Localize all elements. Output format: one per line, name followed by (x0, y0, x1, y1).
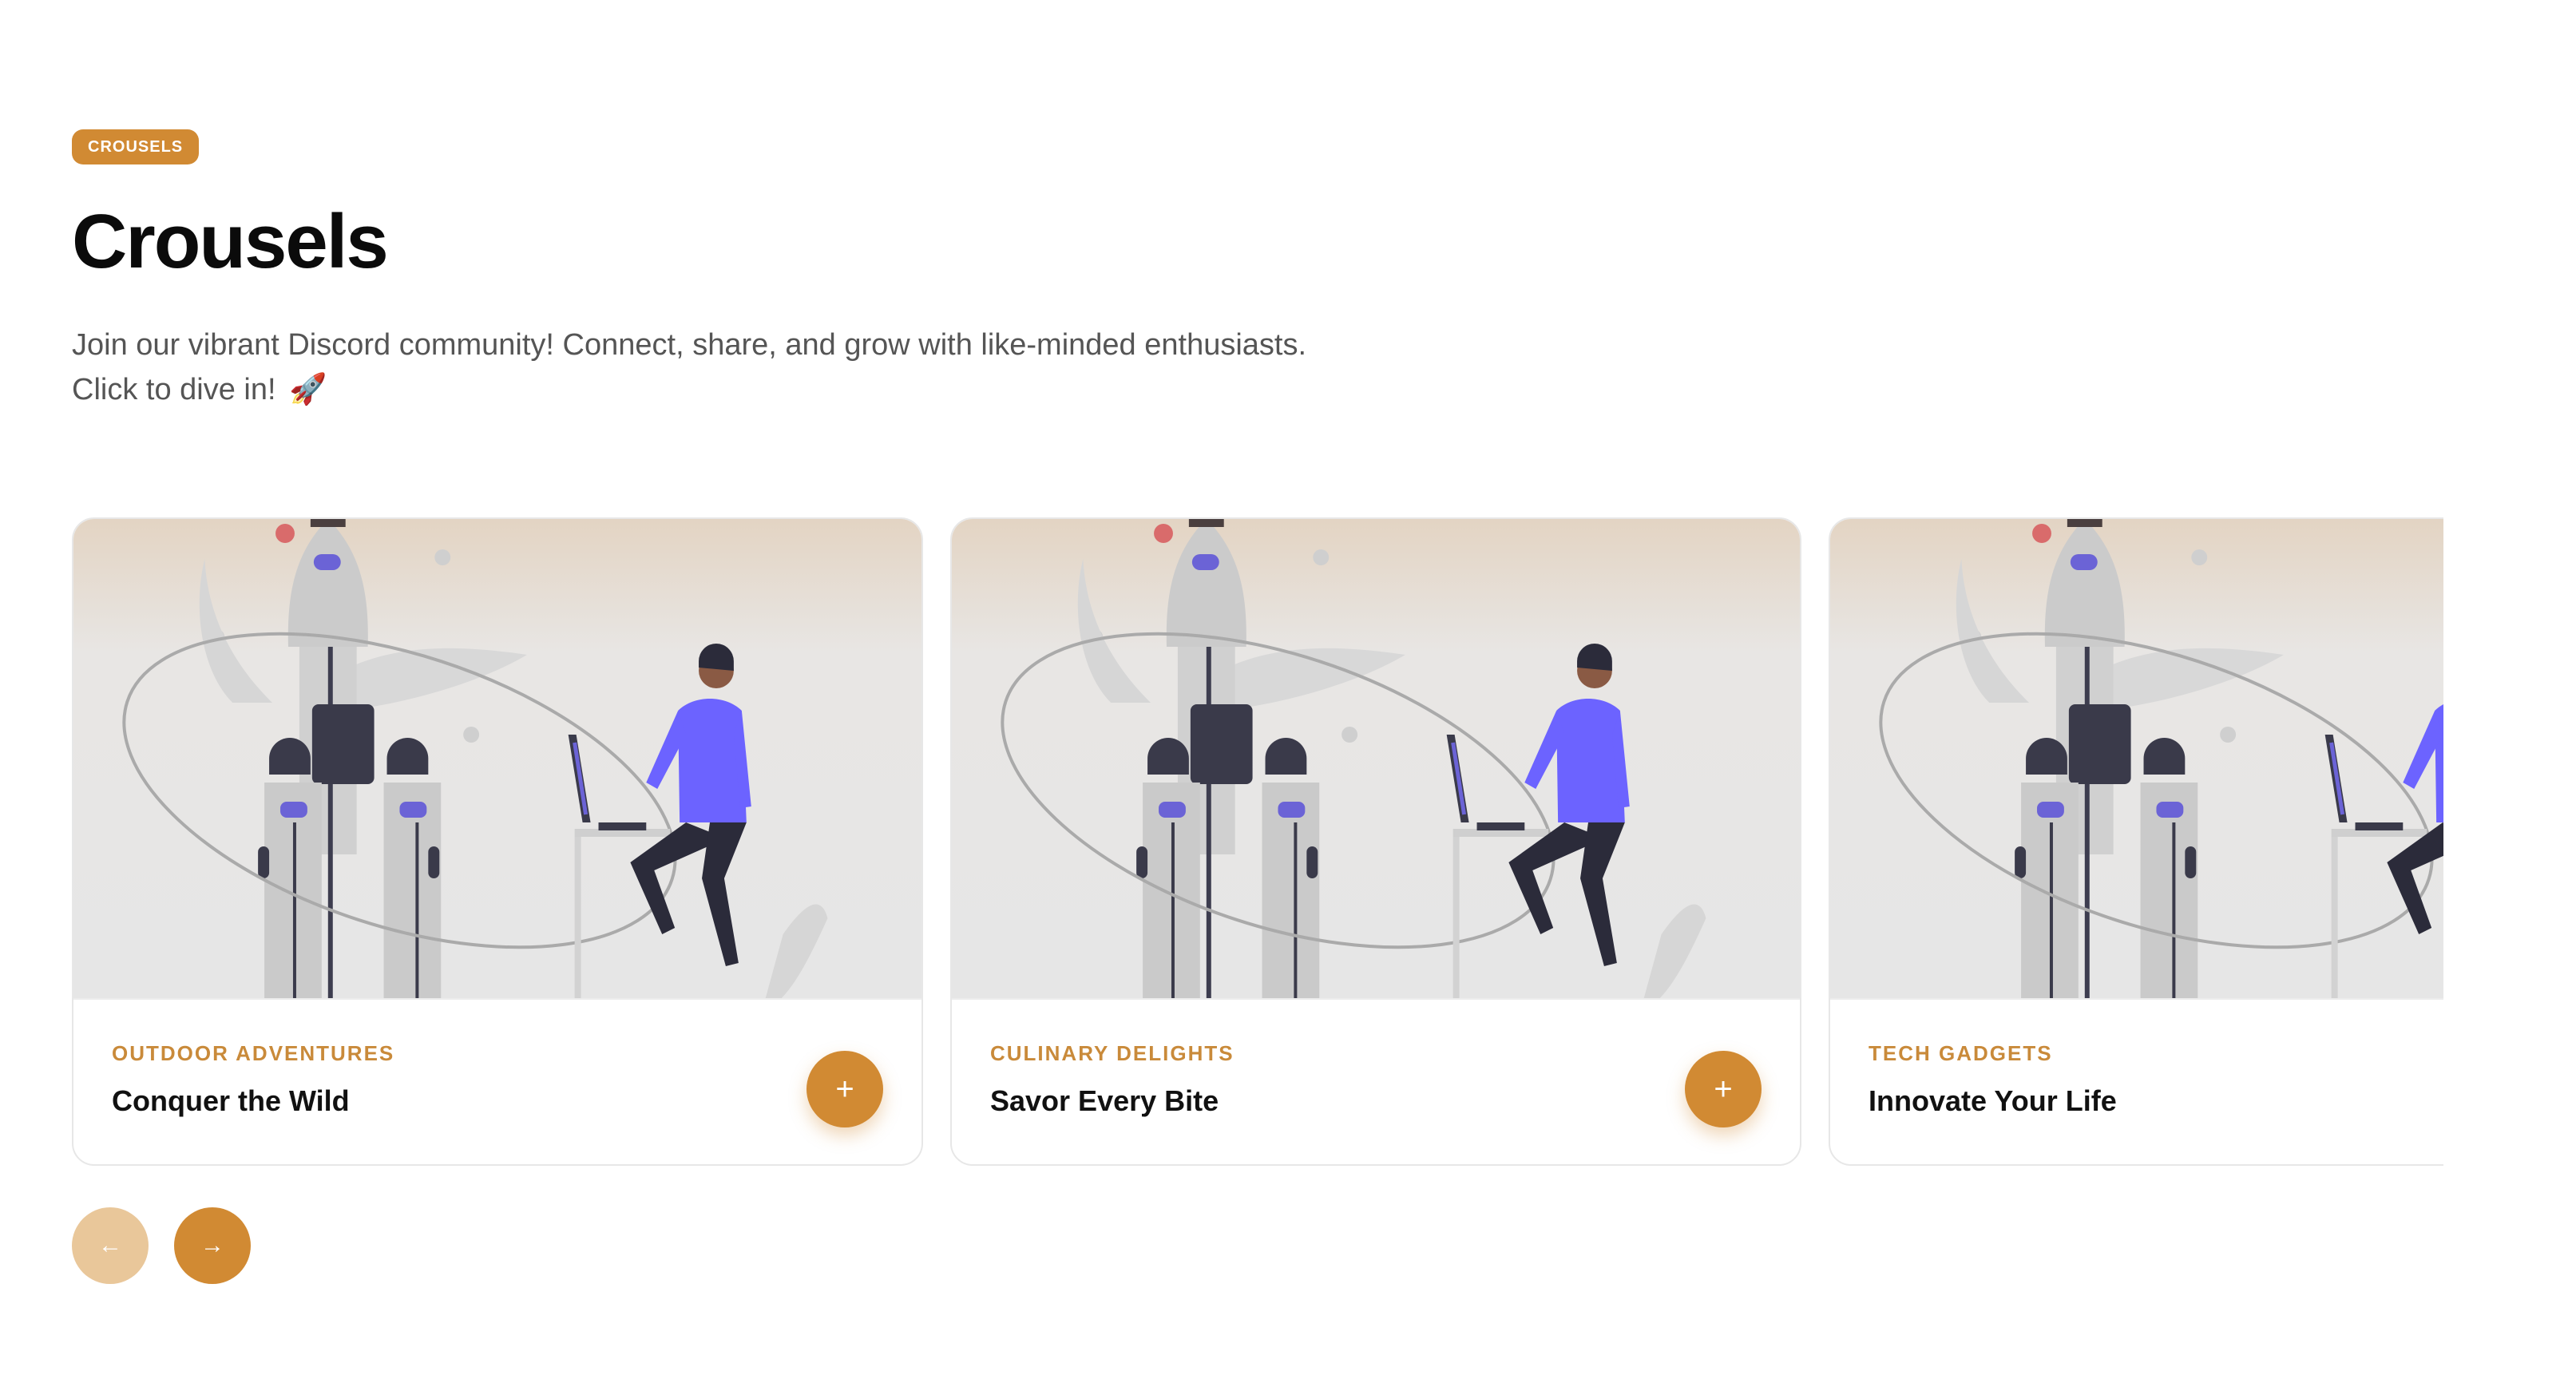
card-category: CULINARY DELIGHTS (990, 1041, 1234, 1065)
card-illustration (952, 519, 1800, 1000)
card-category: TECH GADGETS (1869, 1041, 2053, 1065)
page-subtitle: Join our vibrant Discord community! Conn… (72, 323, 1589, 412)
card-illustration (73, 519, 921, 1000)
plus-icon: + (1714, 1071, 1733, 1107)
card-illustration (1830, 519, 2443, 1000)
page-title: Crousels (72, 199, 389, 284)
card-category: OUTDOOR ADVENTURES (112, 1041, 395, 1065)
card-title[interactable]: Innovate Your Life (1869, 1084, 2117, 1118)
rocket-icon: 🚀 (289, 373, 327, 406)
plus-icon: + (835, 1071, 854, 1107)
add-button[interactable]: + (1685, 1051, 1762, 1127)
subtitle-line-2: Click to dive in! (72, 373, 276, 406)
add-button[interactable]: + (806, 1051, 883, 1127)
subtitle-line-1: Join our vibrant Discord community! Conn… (72, 328, 1307, 362)
carousel-card[interactable]: CULINARY DELIGHTS Savor Every Bite + (950, 517, 1801, 1166)
card-title[interactable]: Savor Every Bite (990, 1084, 1219, 1118)
carousel-card[interactable]: TECH GADGETS Innovate Your Life + (1829, 517, 2443, 1166)
section-badge: CROUSELS (72, 129, 200, 164)
carousel-track: OUTDOOR ADVENTURES Conquer the Wild + CU… (72, 517, 2443, 1166)
carousel-prev-button[interactable]: ← (72, 1207, 149, 1284)
arrow-left-icon: ← (98, 1232, 122, 1258)
carousel-next-button[interactable]: → (174, 1207, 251, 1284)
carousel-viewport: OUTDOOR ADVENTURES Conquer the Wild + CU… (72, 517, 2443, 1172)
card-title[interactable]: Conquer the Wild (112, 1084, 350, 1118)
arrow-right-icon: → (200, 1232, 224, 1258)
carousel-card[interactable]: OUTDOOR ADVENTURES Conquer the Wild + (72, 517, 923, 1166)
